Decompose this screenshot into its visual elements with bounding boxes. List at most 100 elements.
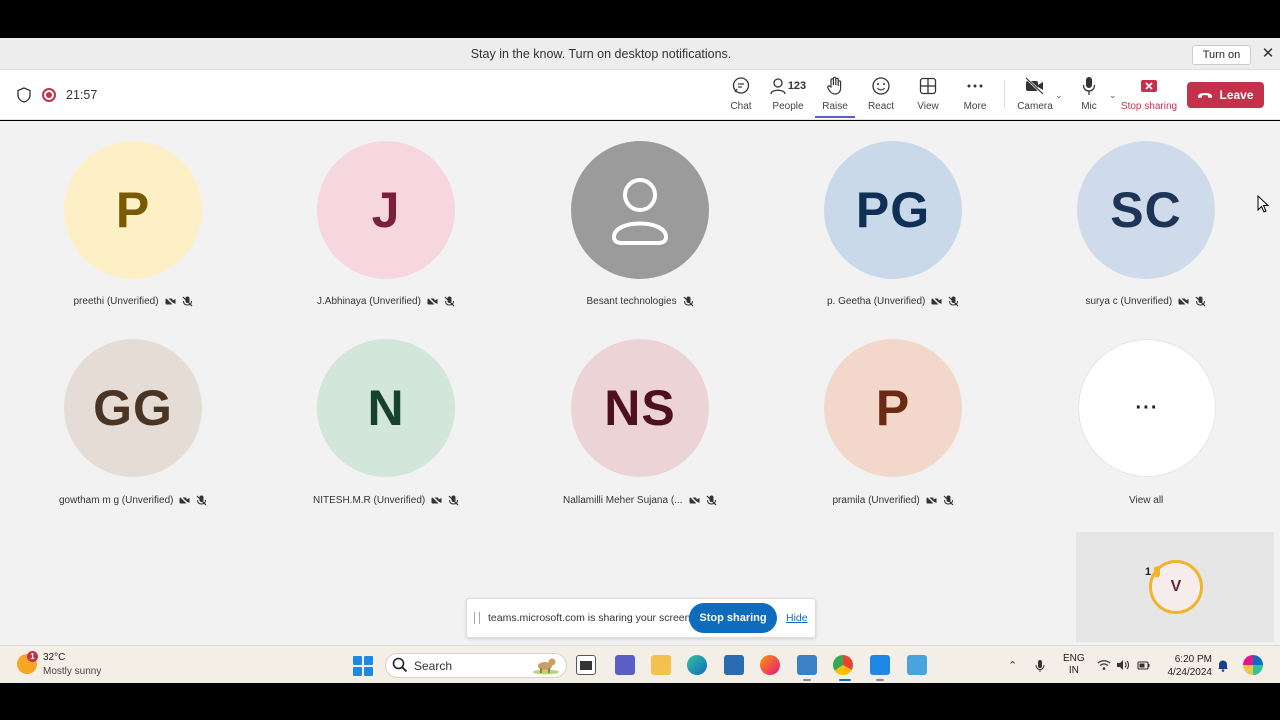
copilot-icon[interactable] (1243, 655, 1263, 675)
participant-name: p. Geetha (Unverified) (827, 296, 926, 307)
mic-muted-icon (182, 296, 193, 307)
react-button[interactable]: React (866, 74, 896, 118)
mic-label: Mic (1081, 101, 1097, 112)
raised-hand-badge: 1 (1145, 566, 1162, 578)
view-all-tile[interactable]: ··· (1078, 339, 1216, 477)
participant-name: NITESH.M.R (Unverified) (313, 495, 426, 506)
participant-avatar[interactable]: GG (64, 339, 202, 477)
participant-name-row: preethi (Unverified) (74, 296, 193, 307)
participant-name: gowtham m g (Unverified) (59, 495, 174, 506)
participant-name: surya c (Unverified) (1085, 296, 1173, 307)
stop-sharing-button[interactable]: Stop sharing (689, 603, 777, 633)
stop-sharing-toolbar-button[interactable]: Stop sharing (1121, 74, 1177, 118)
task-view-icon[interactable] (576, 655, 596, 675)
mic-muted-icon (444, 296, 455, 307)
region-code: IN (1068, 665, 1079, 676)
microphone-icon (1082, 74, 1096, 98)
input-language-indicator[interactable]: ENG IN (1063, 653, 1085, 677)
react-label: React (867, 101, 895, 112)
notepad-icon[interactable] (797, 655, 817, 675)
mic-muted-icon (706, 495, 717, 506)
camera-off-icon (1024, 74, 1046, 98)
people-button[interactable]: 123 People (768, 74, 808, 118)
battery-icon[interactable] (1137, 659, 1151, 671)
vscode-running-indicator (876, 679, 884, 681)
vscode-icon[interactable] (870, 655, 890, 675)
turn-on-notifications-button[interactable]: Turn on (1192, 45, 1251, 65)
chat-button[interactable]: Chat (726, 74, 756, 118)
hang-up-icon (1198, 93, 1213, 98)
clock-time: 6:20 PM (1174, 654, 1212, 665)
raised-hand-icon (1153, 566, 1161, 578)
weather-description[interactable]: Mostly sunny (43, 666, 101, 677)
more-button[interactable]: More (960, 74, 990, 118)
notification-bell-icon[interactable] (1217, 659, 1229, 672)
chrome-active-indicator (839, 679, 851, 681)
participant-name-row: J.Abhinaya (Unverified) (317, 296, 455, 307)
participant-avatar[interactable]: SC (1077, 141, 1215, 279)
camera-off-icon (427, 296, 438, 307)
edge-browser-icon[interactable] (687, 655, 707, 675)
participant-avatar[interactable] (571, 141, 709, 279)
mic-muted-icon (948, 296, 959, 307)
camera-off-icon (931, 296, 942, 307)
close-notification-icon[interactable]: ✕ (1261, 46, 1275, 62)
search-highlight-dog-icon (533, 658, 559, 675)
mic-muted-icon (448, 495, 459, 506)
mouse-cursor-icon (1257, 195, 1269, 213)
chrome-icon[interactable] (833, 655, 853, 675)
participant-avatar[interactable]: PG (824, 141, 962, 279)
leave-button[interactable]: Leave (1187, 82, 1264, 108)
bottom-letterbox (0, 683, 1280, 720)
snipping-tool-icon[interactable] (907, 655, 927, 675)
camera-options-chevron-down-icon[interactable]: ⌄ (1055, 90, 1063, 101)
drag-handle-icon[interactable] (474, 612, 480, 624)
teams-chat-icon[interactable] (615, 655, 635, 675)
grid-view-icon (919, 74, 937, 98)
wifi-icon[interactable] (1097, 659, 1111, 671)
shield-icon[interactable] (16, 87, 32, 103)
meeting-timer: 21:57 (66, 88, 98, 102)
firefox-icon[interactable] (760, 655, 780, 675)
participant-name: Nallamilli Meher Sujana (... (563, 495, 683, 506)
volume-icon[interactable] (1116, 659, 1130, 671)
search-icon (392, 657, 408, 673)
view-button[interactable]: View (913, 74, 943, 118)
raise-hand-icon (826, 74, 844, 98)
toolbar-divider (1004, 80, 1005, 108)
top-letterbox (0, 0, 1280, 38)
participant-avatar[interactable]: J (317, 141, 455, 279)
windows-start-icon[interactable] (353, 656, 373, 676)
hide-share-bar-link[interactable]: Hide (786, 612, 808, 624)
participant-avatar[interactable]: P (64, 141, 202, 279)
microsoft-store-icon[interactable] (724, 655, 744, 675)
participant-avatar[interactable]: P (824, 339, 962, 477)
windows-taskbar (0, 645, 1280, 683)
chevron-up-icon[interactable]: ⌃ (1008, 659, 1017, 672)
mic-button[interactable]: Mic (1077, 74, 1101, 118)
camera-off-icon (431, 495, 442, 506)
weather-temperature[interactable]: 32°C (43, 652, 65, 663)
notification-bar: Stay in the know. Turn on desktop notifi… (0, 38, 1280, 70)
mic-options-chevron-down-icon[interactable]: ⌄ (1109, 90, 1117, 101)
mic-muted-icon (196, 495, 207, 506)
notepad-running-indicator (803, 679, 811, 681)
people-icon (770, 78, 786, 95)
camera-off-icon (165, 296, 176, 307)
participant-name: Besant technologies (586, 296, 677, 307)
camera-label: Camera (1017, 101, 1053, 112)
file-explorer-icon[interactable] (651, 655, 671, 675)
camera-off-icon (179, 495, 191, 506)
camera-button[interactable]: Camera (1015, 74, 1055, 118)
system-clock[interactable]: 6:20 PM 4/24/2024 (1160, 653, 1213, 679)
view-all-label[interactable]: View all (1129, 495, 1163, 506)
mic-muted-icon (1195, 296, 1206, 307)
tray-microphone-icon[interactable] (1035, 659, 1045, 673)
mic-muted-icon (943, 495, 954, 506)
participant-name-row: gowtham m g (Unverified) (59, 495, 207, 506)
more-dots-icon (966, 74, 984, 98)
participant-name: preethi (Unverified) (73, 296, 159, 307)
raise-hand-button[interactable]: Raise (819, 74, 851, 118)
participant-avatar[interactable]: N (317, 339, 455, 477)
participant-avatar[interactable]: NS (571, 339, 709, 477)
